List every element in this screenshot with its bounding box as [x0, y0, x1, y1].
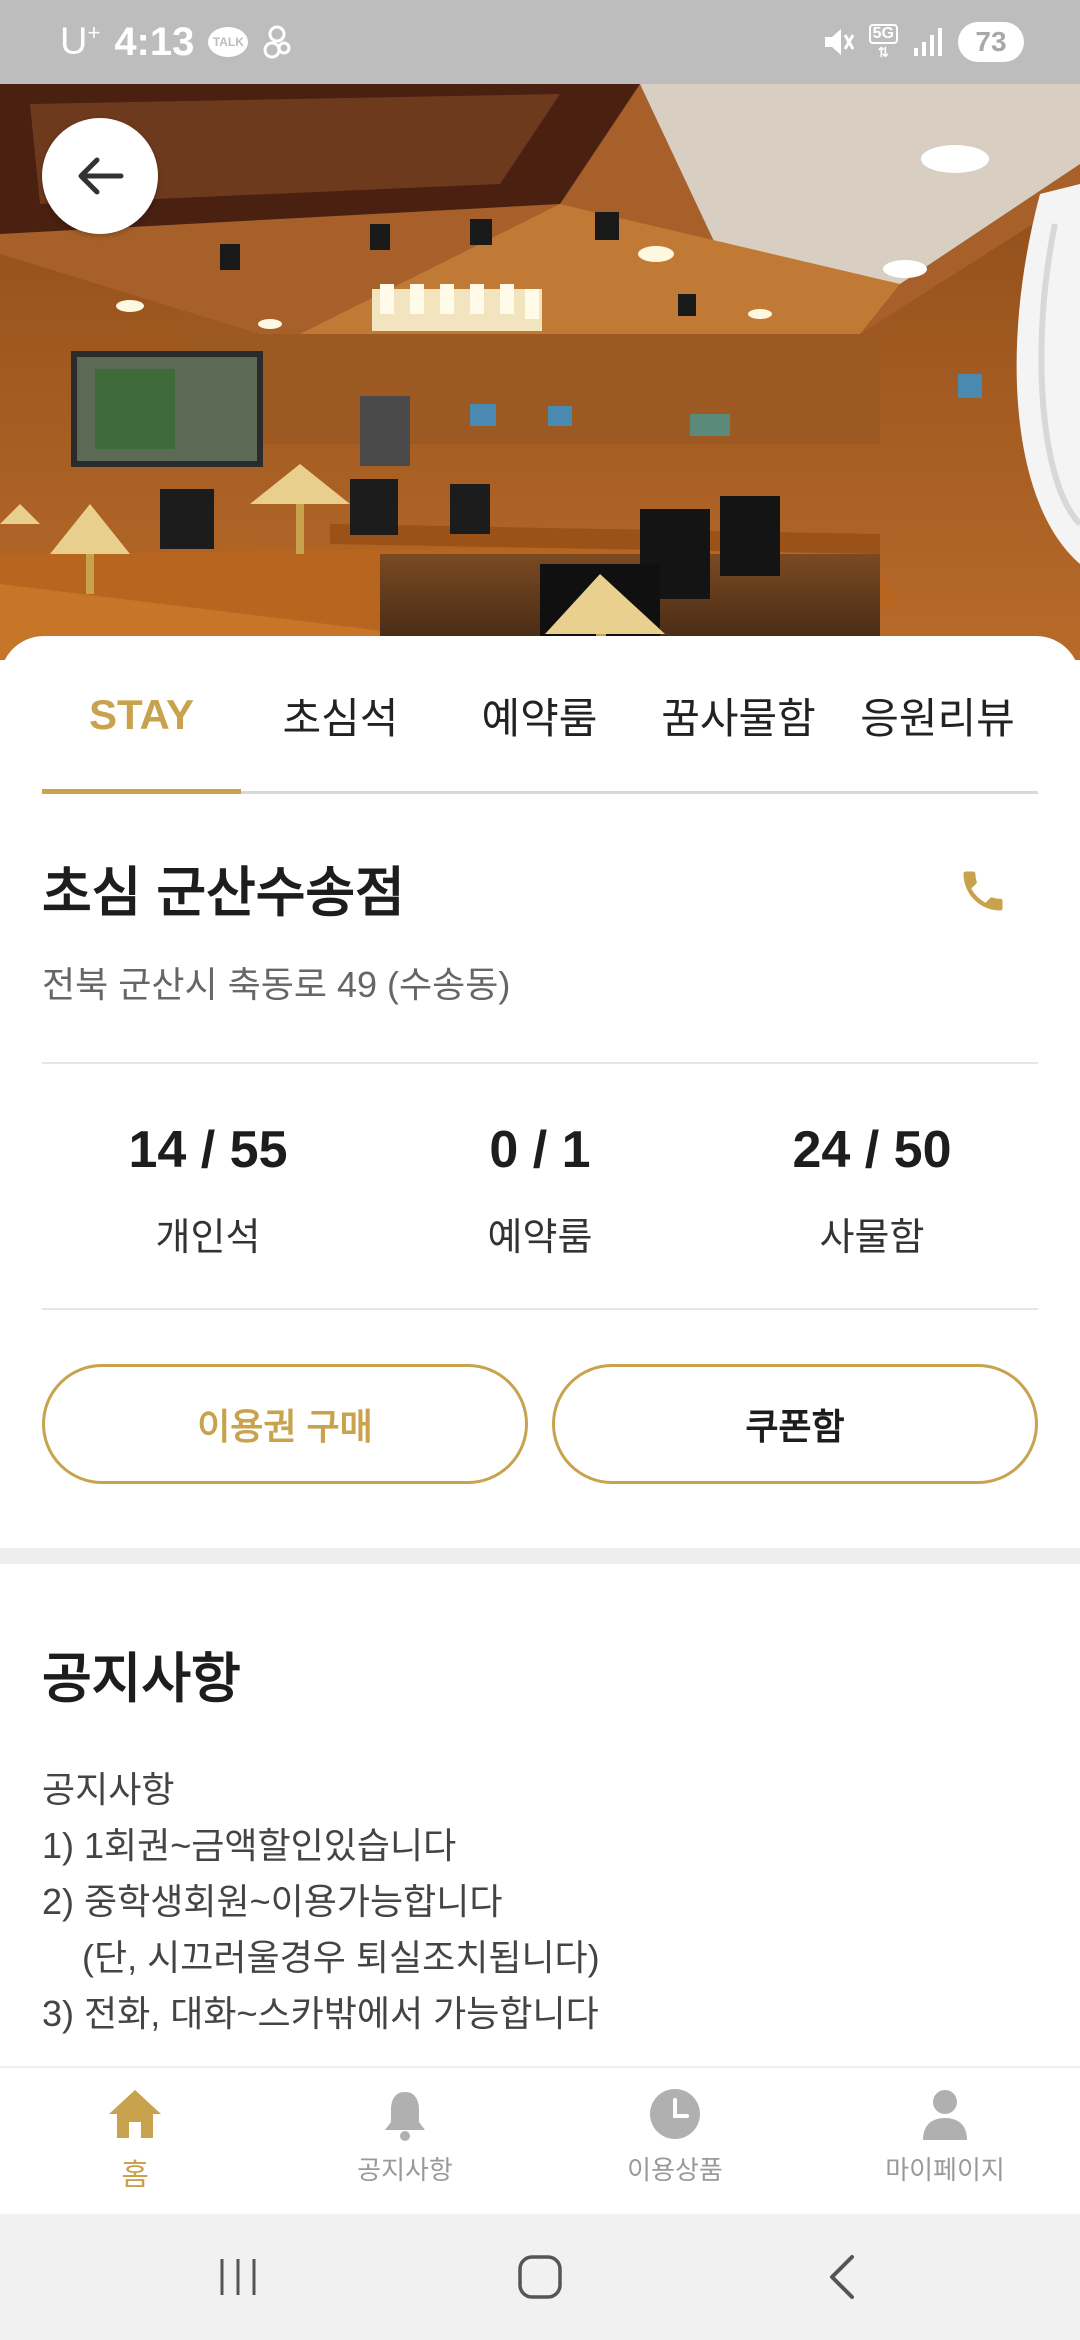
- notice-line: 공지사항: [42, 1769, 175, 1810]
- arrow-left-icon: [78, 157, 124, 195]
- tab-reviews[interactable]: 응원리뷰: [838, 636, 1037, 794]
- stat-label: 예약룸: [487, 1217, 593, 1259]
- link-icon: [262, 24, 292, 60]
- divider: [42, 1062, 1038, 1064]
- chevron-left-icon: [830, 2255, 854, 2299]
- notice-body: 공지사항 1) 1회권~금액할인있습니다 2) 중학생회원~이용가능합니다 (단…: [42, 1762, 600, 2042]
- nav-label: 공지사항: [357, 2155, 453, 2185]
- clock-icon: [650, 2089, 700, 2139]
- call-button[interactable]: [950, 858, 1016, 924]
- nav-label: 이용상품: [627, 2155, 723, 2185]
- section-separator: [0, 1548, 1080, 1564]
- back-system-button[interactable]: [802, 2242, 882, 2312]
- network-5g-icon: 5G ⇅: [868, 24, 898, 60]
- coupon-box-button[interactable]: 쿠폰함: [552, 1364, 1038, 1484]
- stat-label: 개인석: [155, 1217, 261, 1259]
- nav-mypage[interactable]: 마이페이지: [810, 2068, 1080, 2216]
- home-system-button[interactable]: [500, 2242, 580, 2312]
- nav-notice[interactable]: 공지사항: [270, 2068, 540, 2216]
- mute-icon: [821, 25, 855, 59]
- notice-line: 2) 중학생회원~이용가능합니다: [42, 1881, 503, 1922]
- stat-reservation-room: 0 / 1 예약룸: [374, 1120, 706, 1261]
- tab-dream-locker[interactable]: 꿈사물함: [639, 636, 838, 794]
- stat-value: 24 / 50: [792, 1121, 952, 1179]
- tab-reservation-room[interactable]: 예약룸: [440, 636, 639, 794]
- person-icon: [923, 2090, 967, 2140]
- battery-indicator: 73: [958, 22, 1024, 62]
- tab-beginner-seat[interactable]: 초심석: [241, 636, 440, 794]
- status-bar: U+ 4:13 TALK 5G ⇅ 73: [0, 0, 1080, 84]
- notice-line: 1) 1회권~금액할인있습니다: [42, 1825, 457, 1866]
- stat-locker: 24 / 50 사물함: [706, 1120, 1038, 1261]
- store-detail-card: STAY 초심석 예약룸 꿈사물함 응원리뷰 초심 군산수송점 전북 군산시 축…: [0, 636, 1080, 2066]
- recent-apps-icon: [220, 2259, 256, 2295]
- tab-stay[interactable]: STAY: [42, 636, 241, 794]
- bottom-navigation: 홈 공지사항 이용상품 마이페이지: [0, 2066, 1080, 2214]
- clock-time: 4:13: [114, 19, 195, 64]
- notice-line: 3) 전화, 대화~스카밖에서 가능합니다: [42, 1993, 599, 2034]
- phone-icon: [963, 871, 1003, 911]
- home-circle-icon: [518, 2255, 562, 2299]
- stat-value: 0 / 1: [489, 1121, 591, 1179]
- nav-label: 마이페이지: [885, 2155, 1005, 2185]
- back-button[interactable]: [42, 118, 158, 234]
- kakaotalk-icon: TALK: [208, 27, 249, 57]
- notice-line: (단, 시끄러울경우 퇴실조치됩니다): [42, 1937, 600, 1978]
- carrier-label: U+: [60, 20, 101, 63]
- purchase-pass-button[interactable]: 이용권 구매: [42, 1364, 528, 1484]
- store-address: 전북 군산시 축동로 49 (수송동): [42, 964, 511, 1005]
- nav-label: 홈: [121, 2159, 149, 2192]
- stat-personal-seat: 14 / 55 개인석: [42, 1120, 374, 1261]
- store-name: 초심 군산수송점: [42, 863, 405, 923]
- divider: [42, 1308, 1038, 1310]
- nav-products[interactable]: 이용상품: [540, 2068, 810, 2216]
- stat-value: 14 / 55: [128, 1121, 288, 1179]
- system-navigation-bar: [0, 2214, 1080, 2340]
- tab-indicator: [42, 789, 241, 794]
- nav-home[interactable]: 홈: [0, 2068, 270, 2216]
- stat-label: 사물함: [819, 1217, 925, 1259]
- signal-icon: [912, 26, 944, 58]
- home-icon: [109, 2090, 161, 2138]
- store-hero-image: [0, 84, 1080, 660]
- recent-apps-button[interactable]: [198, 2242, 278, 2312]
- bell-icon: [385, 2092, 425, 2141]
- notice-section-title: 공지사항: [42, 1649, 241, 1709]
- store-tabs: STAY 초심석 예약룸 꿈사물함 응원리뷰: [42, 636, 1038, 794]
